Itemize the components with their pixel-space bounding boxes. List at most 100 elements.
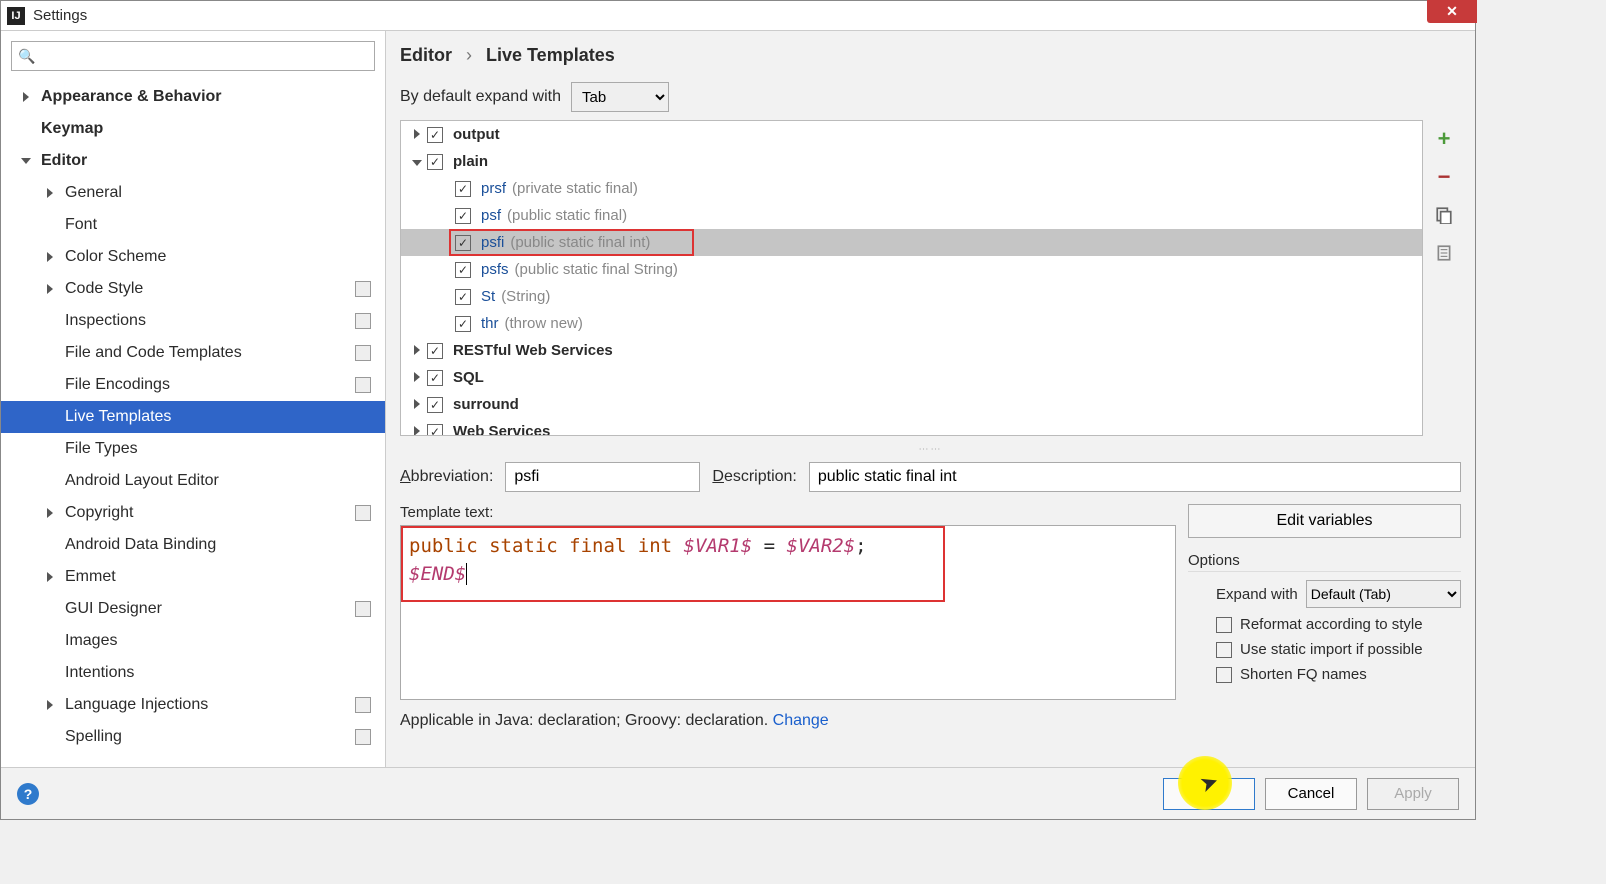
- add-template-button[interactable]: +: [1431, 126, 1457, 152]
- search-input[interactable]: [39, 48, 368, 64]
- static-import-checkbox[interactable]: [1216, 642, 1232, 658]
- abbreviation-label: AAbbreviation:bbreviation:: [400, 468, 493, 486]
- search-box[interactable]: 🔍: [11, 41, 375, 71]
- sidebar: 🔍 Appearance & BehaviorKeymapEditorGener…: [1, 31, 386, 767]
- template-item[interactable]: psf(public static final): [401, 202, 1422, 229]
- breadcrumb: Editor › Live Templates: [400, 41, 1461, 74]
- expand-with-label: Expand with: [1216, 586, 1298, 603]
- template-checkbox[interactable]: [455, 316, 471, 332]
- expand-label: By default expand with: [400, 88, 561, 106]
- copy-template-button[interactable]: [1431, 202, 1457, 228]
- template-checkbox[interactable]: [455, 289, 471, 305]
- breadcrumb-sep: ›: [466, 45, 472, 66]
- group-checkbox[interactable]: [427, 397, 443, 413]
- expand-arrow-icon[interactable]: [407, 126, 427, 143]
- dialog-footer: ? OK Cancel Apply: [1, 767, 1475, 819]
- project-scope-icon: [355, 601, 371, 617]
- expand-arrow-icon[interactable]: [407, 342, 427, 359]
- project-scope-icon: [355, 377, 371, 393]
- shorten-fq-label: Shorten FQ names: [1240, 666, 1367, 683]
- template-group[interactable]: Web Services: [401, 418, 1422, 436]
- sidebar-item[interactable]: Keymap: [1, 113, 385, 145]
- template-group[interactable]: surround: [401, 391, 1422, 418]
- expand-arrow-icon[interactable]: [407, 369, 427, 386]
- template-group[interactable]: SQL: [401, 364, 1422, 391]
- sidebar-item[interactable]: Android Data Binding: [1, 529, 385, 561]
- template-checkbox[interactable]: [455, 235, 471, 251]
- description-label: Description:: [712, 468, 796, 486]
- sidebar-item[interactable]: Copyright: [1, 497, 385, 529]
- sidebar-item[interactable]: Font: [1, 209, 385, 241]
- sidebar-item[interactable]: Color Scheme: [1, 241, 385, 273]
- expand-arrow-icon[interactable]: [407, 153, 427, 170]
- abbreviation-input[interactable]: [505, 462, 700, 492]
- template-group[interactable]: RESTful Web Services: [401, 337, 1422, 364]
- expand-arrow-icon[interactable]: [407, 423, 427, 436]
- template-checkbox[interactable]: [455, 181, 471, 197]
- sidebar-item[interactable]: Appearance & Behavior: [1, 81, 385, 113]
- group-checkbox[interactable]: [427, 154, 443, 170]
- project-scope-icon: [355, 697, 371, 713]
- template-item[interactable]: thr(throw new): [401, 310, 1422, 337]
- project-scope-icon: [355, 281, 371, 297]
- remove-template-button[interactable]: −: [1431, 164, 1457, 190]
- app-icon: IJ: [7, 7, 25, 25]
- project-scope-icon: [355, 505, 371, 521]
- template-group[interactable]: plain: [401, 148, 1422, 175]
- description-input[interactable]: [809, 462, 1461, 492]
- settings-window: ✕ IJ Settings 🔍 Appearance & BehaviorKey…: [0, 0, 1476, 820]
- sidebar-item[interactable]: Intentions: [1, 657, 385, 689]
- sidebar-item[interactable]: Android Layout Editor: [1, 465, 385, 497]
- breadcrumb-leaf: Live Templates: [486, 45, 615, 66]
- reformat-checkbox[interactable]: [1216, 617, 1232, 633]
- group-checkbox[interactable]: [427, 424, 443, 437]
- sidebar-item[interactable]: Code Style: [1, 273, 385, 305]
- project-scope-icon: [355, 345, 371, 361]
- template-group[interactable]: output: [401, 121, 1422, 148]
- apply-button[interactable]: Apply: [1367, 778, 1459, 810]
- sidebar-item[interactable]: GUI Designer: [1, 593, 385, 625]
- sidebar-item[interactable]: Images: [1, 625, 385, 657]
- sidebar-item[interactable]: File Types: [1, 433, 385, 465]
- template-item[interactable]: psfi(public static final int): [401, 229, 1422, 256]
- template-text-label: Template text:: [400, 504, 1176, 521]
- sidebar-item[interactable]: Language Injections: [1, 689, 385, 721]
- expand-select[interactable]: Tab: [571, 82, 669, 112]
- template-checkbox[interactable]: [455, 208, 471, 224]
- help-button[interactable]: ?: [17, 783, 39, 805]
- expand-with-select[interactable]: Default (Tab): [1306, 580, 1461, 608]
- template-checkbox[interactable]: [455, 262, 471, 278]
- templates-tree[interactable]: outputplainprsf(private static final)psf…: [400, 120, 1423, 436]
- templates-toolbar: + −: [1427, 120, 1461, 436]
- template-item[interactable]: psfs(public static final String): [401, 256, 1422, 283]
- group-checkbox[interactable]: [427, 343, 443, 359]
- template-item[interactable]: prsf(private static final): [401, 175, 1422, 202]
- sidebar-item[interactable]: Editor: [1, 145, 385, 177]
- shorten-fq-checkbox[interactable]: [1216, 667, 1232, 683]
- sidebar-item[interactable]: Spelling: [1, 721, 385, 753]
- titlebar: IJ Settings: [1, 1, 1475, 31]
- edit-variables-button[interactable]: Edit variables: [1188, 504, 1461, 538]
- group-checkbox[interactable]: [427, 370, 443, 386]
- sidebar-item[interactable]: File Encodings: [1, 369, 385, 401]
- static-import-label: Use static import if possible: [1240, 641, 1423, 658]
- template-text-editor[interactable]: public static final int $VAR1$ = $VAR2$;…: [400, 525, 1176, 700]
- ok-button[interactable]: OK: [1163, 778, 1255, 810]
- window-close-button[interactable]: ✕: [1427, 0, 1477, 23]
- reformat-label: Reformat according to style: [1240, 616, 1423, 633]
- sidebar-item[interactable]: Live Templates: [1, 401, 385, 433]
- change-context-link[interactable]: Change: [773, 712, 829, 729]
- paste-template-button[interactable]: [1431, 240, 1457, 266]
- sidebar-item[interactable]: General: [1, 177, 385, 209]
- cancel-button[interactable]: Cancel: [1265, 778, 1357, 810]
- splitter-handle[interactable]: ⋯⋯: [400, 444, 1461, 454]
- template-item[interactable]: St(String): [401, 283, 1422, 310]
- sidebar-item[interactable]: Inspections: [1, 305, 385, 337]
- sidebar-item[interactable]: File and Code Templates: [1, 337, 385, 369]
- expand-arrow-icon[interactable]: [407, 396, 427, 413]
- sidebar-tree[interactable]: Appearance & BehaviorKeymapEditorGeneral…: [1, 81, 385, 767]
- project-scope-icon: [355, 313, 371, 329]
- sidebar-item[interactable]: Emmet: [1, 561, 385, 593]
- search-icon: 🔍: [18, 48, 35, 65]
- group-checkbox[interactable]: [427, 127, 443, 143]
